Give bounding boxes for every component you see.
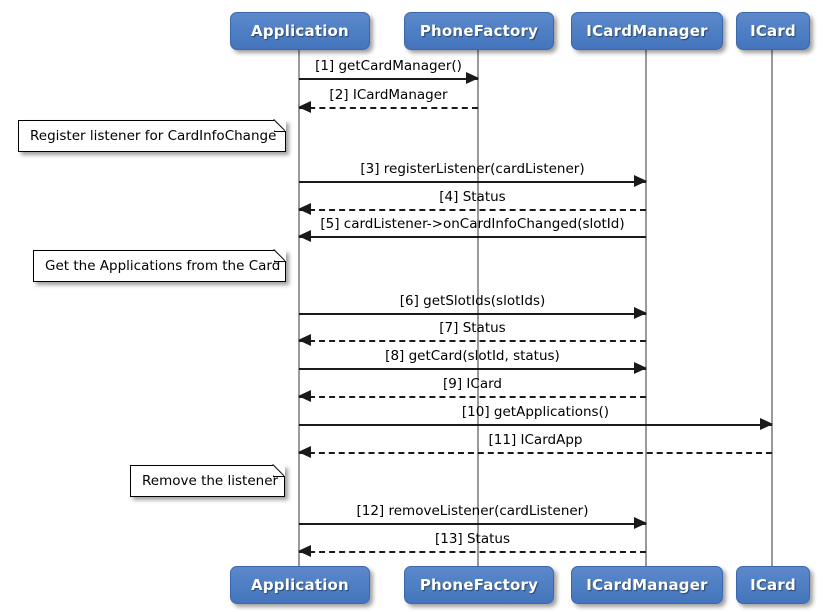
participant-label-application: Application bbox=[251, 576, 349, 594]
message-label-10: [10] getApplications() bbox=[461, 404, 610, 420]
participant-header-icard[interactable]: ICard bbox=[736, 12, 810, 50]
message-line-1 bbox=[299, 78, 478, 80]
message-line-10 bbox=[299, 424, 772, 426]
message-line-2 bbox=[299, 107, 478, 109]
message-line-8 bbox=[299, 368, 646, 370]
message-label-8: [8] getCard(slotId, status) bbox=[385, 348, 560, 364]
message-label-13: [13] Status bbox=[434, 531, 511, 547]
note-fold-corner-icon bbox=[273, 464, 285, 477]
note-register-listener-text: Register listener for CardInfoChange bbox=[30, 128, 277, 144]
note-fold-corner-icon bbox=[274, 249, 286, 262]
note-remove-listener-text: Remove the listener bbox=[142, 473, 279, 489]
participant-label-icardmanager: ICardManager bbox=[586, 576, 708, 594]
message-label-7: [7] Status bbox=[439, 320, 506, 336]
participant-label-icard: ICard bbox=[750, 22, 796, 40]
participant-label-phonefactory: PhoneFactory bbox=[419, 22, 539, 40]
note-remove-listener: Remove the listener bbox=[130, 464, 285, 497]
message-label-9: [9] ICard bbox=[443, 376, 502, 392]
participant-footer-icardmanager[interactable]: ICardManager bbox=[571, 566, 723, 604]
message-label-5: [5] cardListener->onCardInfoChanged(slot… bbox=[320, 216, 625, 232]
message-line-7 bbox=[299, 340, 646, 342]
message-label-3: [3] registerListener(cardListener) bbox=[360, 161, 585, 177]
participant-footer-icard[interactable]: ICard bbox=[736, 566, 810, 604]
message-label-2: [2] ICardManager bbox=[329, 87, 448, 103]
note-get-applications: Get the Applications from the Card bbox=[33, 249, 286, 282]
note-register-listener: Register listener for CardInfoChange bbox=[18, 119, 286, 152]
sequence-diagram-canvas: [1] getCardManager() [2] ICardManager [3] … bbox=[0, 0, 824, 612]
participant-footer-phonefactory[interactable]: PhoneFactory bbox=[404, 566, 554, 604]
message-line-11 bbox=[299, 452, 772, 454]
participant-label-icardmanager: ICardManager bbox=[586, 22, 708, 40]
participant-header-application[interactable]: Application bbox=[230, 12, 370, 50]
message-label-11: [11] ICardApp bbox=[488, 432, 583, 448]
message-line-13 bbox=[299, 551, 646, 553]
message-line-5 bbox=[299, 236, 646, 238]
message-line-4 bbox=[299, 209, 646, 211]
message-line-12 bbox=[299, 523, 646, 525]
message-line-3 bbox=[299, 181, 646, 183]
lifeline-icard bbox=[771, 50, 773, 566]
note-get-applications-text: Get the Applications from the Card bbox=[45, 258, 281, 274]
message-line-9 bbox=[299, 396, 646, 398]
note-fold-corner-icon bbox=[274, 119, 286, 132]
participant-header-icardmanager[interactable]: ICardManager bbox=[571, 12, 723, 50]
participant-label-icard: ICard bbox=[750, 576, 796, 594]
participant-header-phonefactory[interactable]: PhoneFactory bbox=[404, 12, 554, 50]
message-label-12: [12] removeListener(cardListener) bbox=[356, 503, 589, 519]
message-line-6 bbox=[299, 313, 646, 315]
participant-label-phonefactory: PhoneFactory bbox=[419, 576, 539, 594]
participant-footer-application[interactable]: Application bbox=[230, 566, 370, 604]
message-label-6: [6] getSlotIds(slotIds) bbox=[399, 293, 546, 309]
participant-label-application: Application bbox=[251, 22, 349, 40]
message-label-1: [1] getCardManager() bbox=[315, 58, 462, 74]
message-label-4: [4] Status bbox=[439, 189, 506, 205]
